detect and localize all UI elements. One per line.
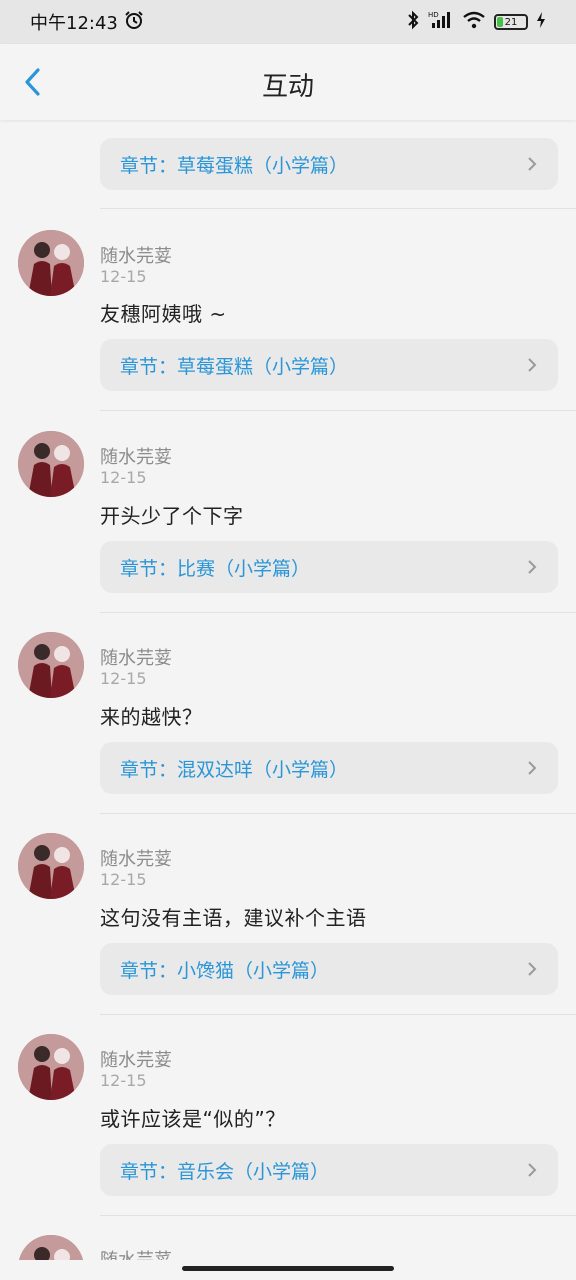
chapter-label: 章节：草莓蛋糕（小学篇） bbox=[120, 154, 349, 177]
username: 随水芫荽 bbox=[100, 1246, 172, 1260]
bluetooth-icon bbox=[406, 10, 420, 34]
username: 随水芫荽 bbox=[100, 447, 172, 468]
username: 随水芫荽 bbox=[100, 246, 172, 267]
divider bbox=[100, 410, 576, 411]
comment-text: 友穗阿姨哦 ~ bbox=[100, 302, 227, 326]
comment-date: 12-15 bbox=[100, 1071, 147, 1090]
charging-icon bbox=[536, 11, 546, 33]
username: 随水芫荽 bbox=[100, 1050, 172, 1071]
svg-text:HD: HD bbox=[428, 11, 439, 19]
chapter-label: 章节：小馋猫（小学篇） bbox=[120, 959, 330, 982]
clock-text: 中午12:43 bbox=[30, 13, 118, 34]
page-title: 互动 bbox=[261, 72, 314, 102]
status-time: 中午12:43 bbox=[30, 9, 144, 35]
top-nav: 互动 bbox=[0, 44, 576, 120]
signal-icon: HD bbox=[428, 10, 454, 34]
username: 随水芫荽 bbox=[100, 648, 172, 669]
chevron-right-icon bbox=[524, 557, 540, 577]
chapter-link[interactable]: 章节：小馋猫（小学篇） bbox=[100, 943, 558, 995]
home-indicator[interactable] bbox=[182, 1266, 394, 1271]
avatar[interactable] bbox=[18, 1034, 84, 1100]
comment-text: 来的越快？ bbox=[100, 705, 203, 729]
chapter-label: 章节：混双达咩（小学篇） bbox=[120, 758, 349, 781]
battery-icon: 21 bbox=[494, 14, 528, 30]
comment-date: 12-15 bbox=[100, 870, 147, 889]
chapter-label: 章节：比赛（小学篇） bbox=[120, 557, 311, 580]
divider bbox=[100, 208, 576, 209]
divider bbox=[100, 1215, 576, 1216]
chevron-right-icon bbox=[524, 154, 540, 174]
avatar[interactable] bbox=[18, 230, 84, 296]
chapter-link[interactable]: 章节：草莓蛋糕（小学篇） bbox=[100, 339, 558, 391]
avatar[interactable] bbox=[18, 833, 84, 899]
comment-date: 12-15 bbox=[100, 468, 147, 487]
chevron-right-icon bbox=[524, 355, 540, 375]
avatar[interactable] bbox=[18, 431, 84, 497]
comment-date: 12-15 bbox=[100, 267, 147, 286]
chapter-link[interactable]: 章节：混双达咩（小学篇） bbox=[100, 742, 558, 794]
alarm-icon bbox=[124, 10, 144, 35]
username: 随水芫荽 bbox=[100, 849, 172, 870]
wifi-icon bbox=[462, 11, 486, 33]
comment-text: 开头少了个下字 bbox=[100, 504, 244, 528]
comment-date: 12-15 bbox=[100, 669, 147, 688]
status-bar: 中午12:43 HD 21 bbox=[0, 0, 576, 44]
status-icons: HD 21 bbox=[406, 10, 546, 34]
divider bbox=[100, 1014, 576, 1015]
chapter-link[interactable]: 章节：比赛（小学篇） bbox=[100, 541, 558, 593]
chevron-right-icon bbox=[524, 959, 540, 979]
divider bbox=[100, 612, 576, 613]
chapter-label: 章节：草莓蛋糕（小学篇） bbox=[120, 355, 349, 378]
divider bbox=[100, 813, 576, 814]
chapter-link[interactable]: 章节：草莓蛋糕（小学篇） bbox=[100, 138, 558, 190]
chapter-label: 章节：音乐会（小学篇） bbox=[120, 1160, 330, 1183]
avatar[interactable] bbox=[18, 1235, 84, 1260]
comment-text: 这句没有主语，建议补个主语 bbox=[100, 906, 367, 930]
chapter-link[interactable]: 章节：音乐会（小学篇） bbox=[100, 1144, 558, 1196]
chevron-right-icon bbox=[524, 758, 540, 778]
comment-text: 或许应该是“似的”？ bbox=[100, 1107, 286, 1131]
avatar[interactable] bbox=[18, 632, 84, 698]
chevron-right-icon bbox=[524, 1160, 540, 1180]
comment-feed[interactable]: 章节：草莓蛋糕（小学篇） 随水芫荽 12-15 友穗阿姨哦 ~ 章节：草莓蛋糕（… bbox=[0, 120, 576, 1260]
